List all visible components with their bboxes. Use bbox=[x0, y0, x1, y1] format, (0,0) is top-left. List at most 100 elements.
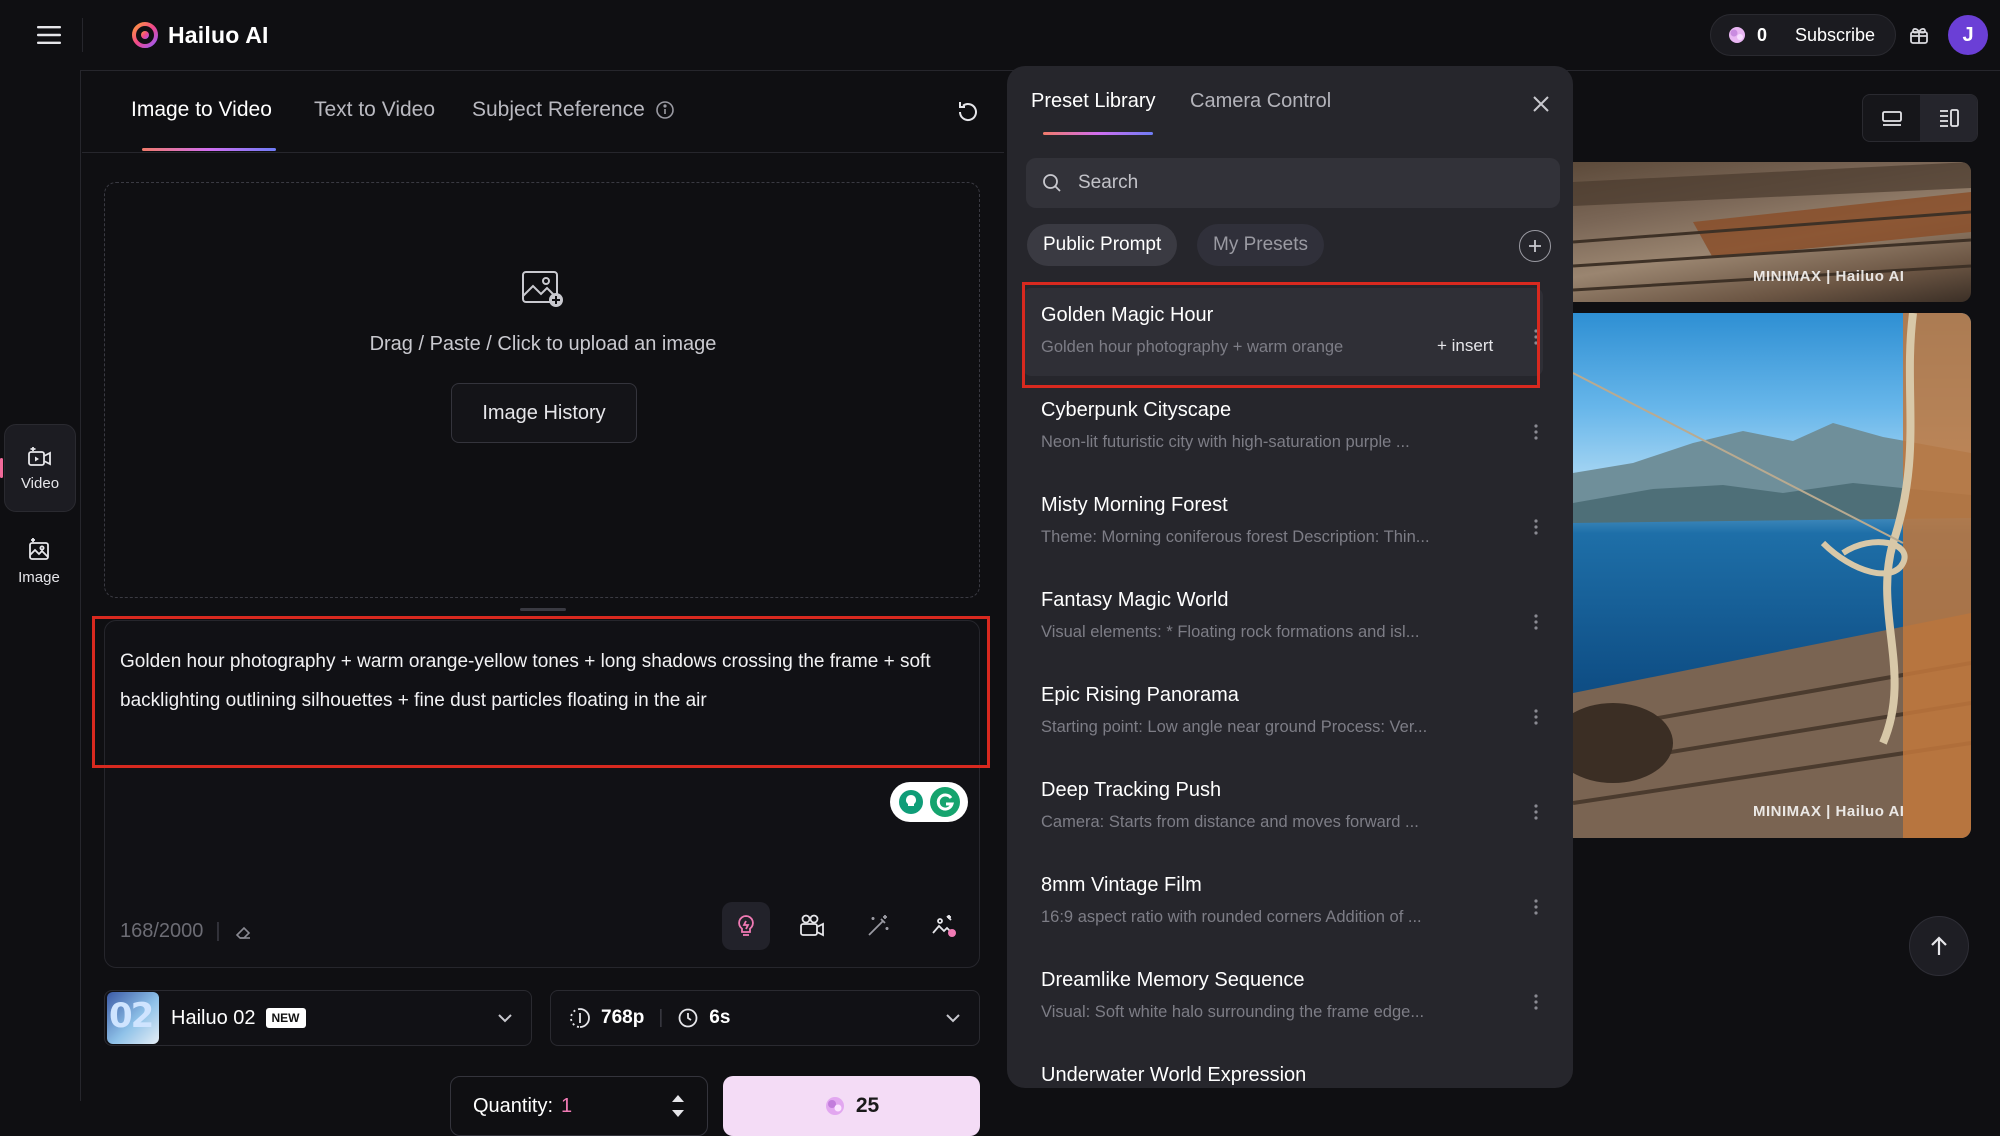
preset-title: Fantasy Magic World bbox=[1041, 589, 1229, 611]
model-thumb-text: 02 bbox=[109, 996, 154, 1036]
subscribe-button[interactable]: Subscribe bbox=[1795, 25, 1875, 46]
magic-wand-button[interactable] bbox=[854, 902, 902, 950]
preset-item-fantasy-magic-world[interactable]: Fantasy Magic World Visual elements: * F… bbox=[1023, 573, 1543, 661]
credits-count: 0 bbox=[1757, 24, 1768, 45]
chip-public-prompt[interactable]: Public Prompt bbox=[1027, 224, 1178, 266]
preset-item-deep-tracking-push[interactable]: Deep Tracking Push Camera: Starts from d… bbox=[1023, 763, 1543, 851]
more-vertical-icon[interactable] bbox=[1533, 803, 1539, 821]
preset-item-dreamlike-memory-sequence[interactable]: Dreamlike Memory Sequence Visual: Soft w… bbox=[1023, 953, 1543, 1041]
preset-title: Cyberpunk Cityscape bbox=[1041, 399, 1232, 421]
preset-description: Visual: Soft white halo surrounding the … bbox=[1041, 1003, 1425, 1021]
search-input[interactable] bbox=[1076, 171, 1540, 195]
credits-pill[interactable]: 0 Subscribe bbox=[1710, 14, 1896, 56]
video-settings-select[interactable]: 768p | 6s bbox=[550, 990, 980, 1046]
close-icon[interactable] bbox=[1525, 88, 1557, 120]
list-view-icon bbox=[1881, 111, 1902, 126]
detail-view-button[interactable] bbox=[1920, 95, 1977, 141]
main-panel: Image to Video Text to Video Subject Ref… bbox=[82, 70, 1004, 1136]
active-indicator bbox=[0, 458, 3, 478]
preset-item-epic-rising-panorama[interactable]: Epic Rising Panorama Starting point: Low… bbox=[1023, 668, 1543, 756]
info-icon[interactable] bbox=[655, 100, 675, 120]
caret-up-icon[interactable] bbox=[671, 1094, 685, 1103]
resize-handle[interactable] bbox=[520, 608, 566, 611]
credit-gem-icon bbox=[1729, 27, 1745, 43]
rail-item-image[interactable]: Image bbox=[4, 518, 74, 604]
image-icon bbox=[29, 537, 49, 560]
tab-text-to-video[interactable]: Text to Video bbox=[314, 98, 435, 122]
preset-description: Visual elements: * Floating rock formati… bbox=[1041, 623, 1420, 641]
preset-item-misty-morning-forest[interactable]: Misty Morning Forest Theme: Morning coni… bbox=[1023, 478, 1543, 566]
model-select[interactable]: 02 Hailuo 02 NEW bbox=[104, 990, 532, 1046]
add-image-icon bbox=[522, 271, 563, 307]
rail-item-video[interactable]: Video bbox=[4, 424, 76, 512]
scroll-to-top-button[interactable] bbox=[1909, 916, 1969, 976]
more-vertical-icon[interactable] bbox=[1533, 423, 1539, 441]
clock-icon bbox=[678, 1008, 698, 1028]
brand-name: Hailuo AI bbox=[168, 21, 269, 48]
divider bbox=[82, 152, 1004, 153]
rail-item-label: Image bbox=[18, 568, 60, 586]
generate-button[interactable]: 25 bbox=[723, 1076, 980, 1136]
generate-cost: 25 bbox=[855, 1094, 880, 1117]
logo[interactable]: Hailuo AI bbox=[132, 18, 269, 52]
camera-preset-button[interactable] bbox=[788, 902, 836, 950]
preset-title: Epic Rising Panorama bbox=[1041, 684, 1239, 706]
watermark: MINIMAX | Hailuo AI bbox=[1753, 268, 1905, 285]
magic-wand-icon bbox=[868, 915, 889, 936]
chip-my-presets[interactable]: My Presets bbox=[1197, 224, 1325, 266]
add-preset-button[interactable] bbox=[1519, 230, 1551, 262]
preset-title: 8mm Vintage Film bbox=[1041, 874, 1202, 896]
image-upload-area[interactable]: Drag / Paste / Click to upload an image … bbox=[104, 182, 980, 598]
chevron-down-icon bbox=[498, 1014, 512, 1023]
more-vertical-icon[interactable] bbox=[1533, 518, 1539, 536]
tab-subject-reference[interactable]: Subject Reference bbox=[472, 98, 675, 122]
avatar[interactable]: J bbox=[1948, 15, 1988, 55]
reset-icon[interactable] bbox=[952, 96, 984, 128]
tab-image-to-video[interactable]: Image to Video bbox=[131, 98, 272, 122]
tab-preset-library[interactable]: Preset Library bbox=[1031, 90, 1156, 113]
eraser-icon[interactable] bbox=[233, 922, 253, 942]
chevron-down-icon bbox=[946, 1014, 960, 1023]
preset-description: Neon-lit futuristic city with high-satur… bbox=[1041, 433, 1410, 451]
grammarly-widget[interactable] bbox=[890, 782, 968, 822]
duration-value: 6s bbox=[709, 1007, 731, 1028]
preset-title: Underwater World Expression bbox=[1041, 1064, 1307, 1086]
resolution-value: 768p bbox=[601, 1007, 645, 1028]
menu-icon[interactable] bbox=[34, 20, 64, 50]
grammarly-icon bbox=[930, 787, 960, 817]
top-bar: Hailuo AI 0 Subscribe J bbox=[0, 0, 2000, 71]
prompt-text[interactable]: Golden hour photography + warm orange-ye… bbox=[120, 642, 974, 720]
tab-camera-control[interactable]: Camera Control bbox=[1190, 90, 1331, 113]
caret-down-icon[interactable] bbox=[671, 1109, 685, 1118]
preset-library-panel: Preset Library Camera Control Public Pro… bbox=[1007, 66, 1573, 1088]
preset-item-8mm-vintage-film[interactable]: 8mm Vintage Film 16:9 aspect ratio with … bbox=[1023, 858, 1543, 946]
more-vertical-icon[interactable] bbox=[1533, 993, 1539, 1011]
gift-icon[interactable] bbox=[1902, 18, 1936, 52]
preset-description: Camera: Starts from distance and moves f… bbox=[1041, 813, 1419, 831]
char-count-text: 168/2000 bbox=[120, 920, 204, 942]
preset-description: 16:9 aspect ratio with rounded corners A… bbox=[1041, 908, 1422, 926]
preset-item-underwater-world-expression[interactable]: Underwater World Expression bbox=[1023, 1048, 1543, 1088]
more-vertical-icon[interactable] bbox=[1533, 898, 1539, 916]
gallery-video-thumbnail[interactable]: MINIMAX | Hailuo AI bbox=[1573, 162, 1971, 302]
quantity-label: Quantity: bbox=[473, 1094, 554, 1117]
plus-icon bbox=[1529, 240, 1541, 252]
image-enhance-button[interactable] bbox=[920, 902, 968, 950]
quantity-stepper[interactable] bbox=[671, 1094, 685, 1118]
list-view-button[interactable] bbox=[1863, 95, 1920, 141]
new-badge: NEW bbox=[265, 1008, 306, 1028]
preset-title: Dreamlike Memory Sequence bbox=[1041, 969, 1305, 991]
image-edit-icon bbox=[932, 915, 956, 937]
gallery-video-thumbnail[interactable]: MINIMAX | Hailuo AI bbox=[1573, 313, 1971, 838]
model-name: Hailuo 02 bbox=[171, 1006, 256, 1029]
search-icon bbox=[1043, 174, 1061, 192]
quantity-field[interactable]: Quantity: 1 bbox=[450, 1076, 708, 1136]
prompt-inspiration-button[interactable] bbox=[722, 902, 770, 950]
lightbulb-icon bbox=[738, 915, 754, 936]
preset-description: Starting point: Low angle near ground Pr… bbox=[1041, 718, 1428, 736]
more-vertical-icon[interactable] bbox=[1533, 613, 1539, 631]
image-history-button[interactable]: Image History bbox=[451, 383, 637, 443]
preset-item-cyberpunk-cityscape[interactable]: Cyberpunk Cityscape Neon-lit futuristic … bbox=[1023, 383, 1543, 471]
model-thumbnail: 02 bbox=[107, 992, 159, 1044]
more-vertical-icon[interactable] bbox=[1533, 708, 1539, 726]
